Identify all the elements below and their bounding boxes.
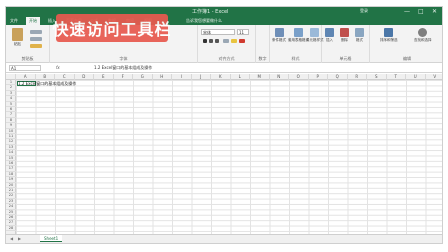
group-label-clipboard: 剪贴板 [21,56,34,61]
sort-filter-icon [384,28,394,37]
group-editing: 排序和筛选 查找和选择 编辑 [370,25,442,63]
table-format-icon [294,28,303,37]
group-label-styles: 样式 [291,56,300,61]
conditional-format-label: 条件格式 [272,38,286,42]
find-select-label: 查找和选择 [414,38,432,42]
paste-label: 粘贴 [14,42,21,46]
delete-cells-button[interactable]: 删除 [340,28,349,43]
group-styles: 条件格式 套用表格格式 单元格样式 样式 [270,25,324,63]
row-header[interactable]: 28 [6,226,16,232]
cell-styles-label: 单元格样式 [306,38,324,42]
sort-filter-button[interactable]: 排序和筛选 [380,28,398,43]
group-label-number: 数字 [258,56,267,61]
conditional-format-icon [274,28,284,37]
window-title: 工作簿1 - Excel [192,9,229,15]
group-label-alignment: 对齐方式 [218,56,235,61]
sheet-tab[interactable]: Sheet1 [40,235,63,242]
sheet-next-icon[interactable]: ▶ [18,236,21,241]
group-alignment: 对齐方式 [198,25,256,63]
format-cells-button[interactable]: 格式 [355,28,364,43]
tab-home[interactable]: 开始 [26,17,40,25]
insert-cells-label: 插入 [326,38,333,42]
group-number: 数字 [256,25,270,63]
delete-cells-icon [340,28,349,37]
group-clipboard: 粘贴 剪贴板 [6,25,50,63]
worksheet-grid[interactable]: ABCDEFGHIJKLMNOPQRSTUV 1 2 3 4 5 6 7 8 9 10 11 12 13… [6,74,442,234]
screen: 工作簿1 - Excel 登录 — □ ✕ 文件 开始 插入 页面布局 公式 数… [0,0,448,252]
insert-function-icon[interactable]: fx [56,65,60,70]
find-select-icon [418,28,428,37]
group-cells: 插入 删除 格式 单元格 [322,25,370,63]
overlay-banner-text: 快速访问工具栏 [52,20,172,39]
close-button[interactable]: ✕ [432,8,437,15]
row-headers: 1 2 3 4 5 6 7 8 9 10 11 12 13 14 15 16 17 18 19 20 21 22 23 24 2… [6,80,16,234]
formula-bar: A1 fx 1.2 Excel窗口的基本组成及操作 [6,64,442,73]
format-cells-icon [355,28,364,37]
format-cells-label: 格式 [356,38,363,42]
conditional-format-button[interactable]: 条件格式 [272,28,286,43]
maximize-button[interactable]: □ [418,8,424,15]
group-label-editing: 编辑 [403,56,411,61]
minimize-button[interactable]: — [404,8,410,15]
formula-input[interactable]: 1.2 Excel窗口的基本组成及操作 [94,65,152,71]
format-painter-icon[interactable] [30,44,42,48]
insert-cells-button[interactable]: 插入 [325,28,334,43]
group-label-cells: 单元格 [339,56,352,61]
sign-in-link[interactable]: 登录 [360,8,368,14]
tab-file[interactable]: 文件 [10,18,18,24]
find-select-button[interactable]: 查找和选择 [414,28,432,43]
tell-me-search[interactable]: 告诉我您想要做什么 [186,18,222,24]
copy-icon[interactable] [30,37,42,41]
cut-icon[interactable] [30,30,42,34]
cell-area[interactable] [16,80,442,234]
cell-a1-value: 1.2 Excel窗口的基本组成及操作 [18,81,77,86]
overlay-banner: 快速访问工具栏 [53,14,171,42]
paste-icon [12,28,23,41]
delete-cells-label: 删除 [341,38,348,42]
sort-filter-label: 排序和筛选 [380,38,398,42]
group-label-font: 字体 [119,56,128,61]
name-box[interactable]: A1 [9,65,41,71]
insert-cells-icon [325,28,334,37]
cell-styles-icon [310,28,320,37]
cell-styles-button[interactable]: 单元格样式 [306,28,324,43]
sheet-tab-bar: ◀ ▶ Sheet1 [6,234,442,243]
paste-button[interactable]: 粘贴 [12,28,23,47]
sheet-prev-icon[interactable]: ◀ [10,236,13,241]
